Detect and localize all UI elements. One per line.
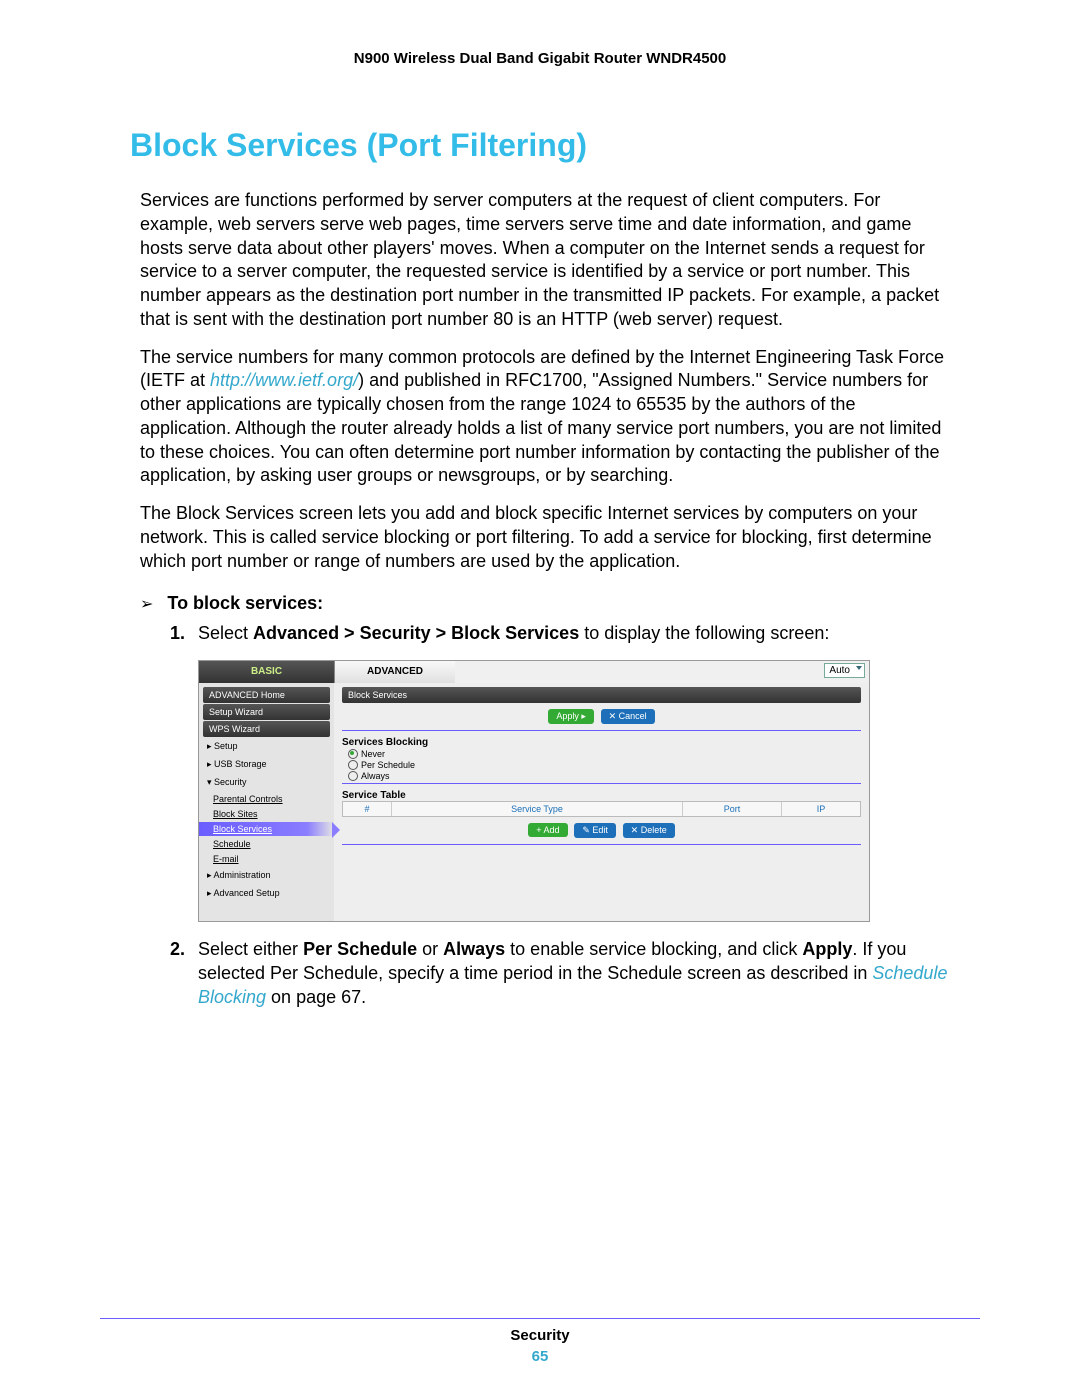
tab-advanced[interactable]: ADVANCED	[335, 661, 455, 683]
main-pane: Block Services Apply ▸ ✕ Cancel Services…	[334, 683, 869, 921]
sidebar-block-services[interactable]: Block Services	[199, 822, 334, 836]
paragraph-1: Services are functions performed by serv…	[140, 189, 950, 332]
ietf-link[interactable]: http://www.ietf.org/	[210, 370, 358, 390]
paragraph-3: The Block Services screen lets you add a…	[140, 502, 950, 573]
sidebar-usb[interactable]: ▸ USB Storage	[199, 756, 334, 773]
section-title: Block Services (Port Filtering)	[130, 127, 980, 164]
doc-header: N900 Wireless Dual Band Gigabit Router W…	[100, 50, 980, 67]
sidebar-block-sites[interactable]: Block Sites	[199, 807, 334, 821]
step1-post: to display the following screen:	[579, 623, 829, 643]
col-type: Service Type	[392, 802, 683, 816]
chevron-down-icon	[856, 666, 862, 670]
radio-always[interactable]: Always	[348, 771, 861, 781]
step-2: 2. Select either Per Schedule or Always …	[170, 938, 950, 1009]
s2-b2: Always	[443, 939, 505, 959]
step-2-num: 2.	[170, 938, 198, 1009]
radio-per-schedule[interactable]: Per Schedule	[348, 760, 861, 770]
add-button[interactable]: + Add	[528, 823, 567, 837]
task-label: To block services:	[167, 593, 323, 614]
step-1-num: 1.	[170, 622, 198, 646]
col-ip: IP	[782, 802, 860, 816]
sidebar-setup[interactable]: ▸ Setup	[199, 738, 334, 755]
s2-pre: Select either	[198, 939, 303, 959]
language-select[interactable]: Auto	[824, 663, 865, 678]
sidebar-wps[interactable]: WPS Wizard	[203, 721, 330, 737]
sidebar-schedule[interactable]: Schedule	[199, 837, 334, 851]
paragraph-2: The service numbers for many common prot…	[140, 346, 950, 489]
s2-post: on page 67.	[266, 987, 366, 1007]
sidebar-security[interactable]: ▾ Security	[199, 774, 334, 791]
footer-label: Security	[0, 1327, 1080, 1344]
radio-never[interactable]: Never	[348, 749, 861, 759]
delete-button[interactable]: ✕ Delete	[623, 823, 675, 838]
tab-basic[interactable]: BASIC	[199, 661, 335, 683]
arrow-icon: ➢	[140, 594, 153, 614]
sidebar-setup-wizard[interactable]: Setup Wizard	[203, 704, 330, 720]
pane-title: Block Services	[342, 687, 861, 703]
sidebar: ADVANCED Home Setup Wizard WPS Wizard ▸ …	[199, 683, 334, 921]
edit-button[interactable]: ✎ Edit	[574, 823, 616, 838]
page-number: 65	[0, 1348, 1080, 1365]
step-1: 1. Select Advanced > Security > Block Se…	[170, 622, 950, 646]
task-heading: ➢ To block services:	[140, 593, 950, 614]
s2-b1: Per Schedule	[303, 939, 417, 959]
col-port: Port	[683, 802, 782, 816]
step1-pre: Select	[198, 623, 253, 643]
col-hash: #	[343, 802, 392, 816]
apply-button[interactable]: Apply ▸	[548, 709, 594, 724]
cancel-button[interactable]: ✕ Cancel	[601, 709, 655, 724]
sidebar-adv-setup[interactable]: ▸ Advanced Setup	[199, 885, 334, 902]
sidebar-admin[interactable]: ▸ Administration	[199, 867, 334, 884]
screenshot: BASIC ADVANCED Auto ADVANCED Home Setup …	[198, 660, 870, 922]
step1-path: Advanced > Security > Block Services	[253, 623, 579, 643]
table-header: # Service Type Port IP	[342, 801, 861, 817]
table-label: Service Table	[342, 790, 861, 801]
s2-b3: Apply	[802, 939, 852, 959]
footer: Security 65	[0, 1318, 1080, 1365]
sidebar-email[interactable]: E-mail	[199, 852, 334, 866]
s2-m2: to enable service blocking, and click	[505, 939, 802, 959]
s2-m1: or	[417, 939, 443, 959]
sidebar-parental[interactable]: Parental Controls	[199, 792, 334, 806]
blocking-label: Services Blocking	[342, 737, 861, 748]
sidebar-home[interactable]: ADVANCED Home	[203, 687, 330, 703]
